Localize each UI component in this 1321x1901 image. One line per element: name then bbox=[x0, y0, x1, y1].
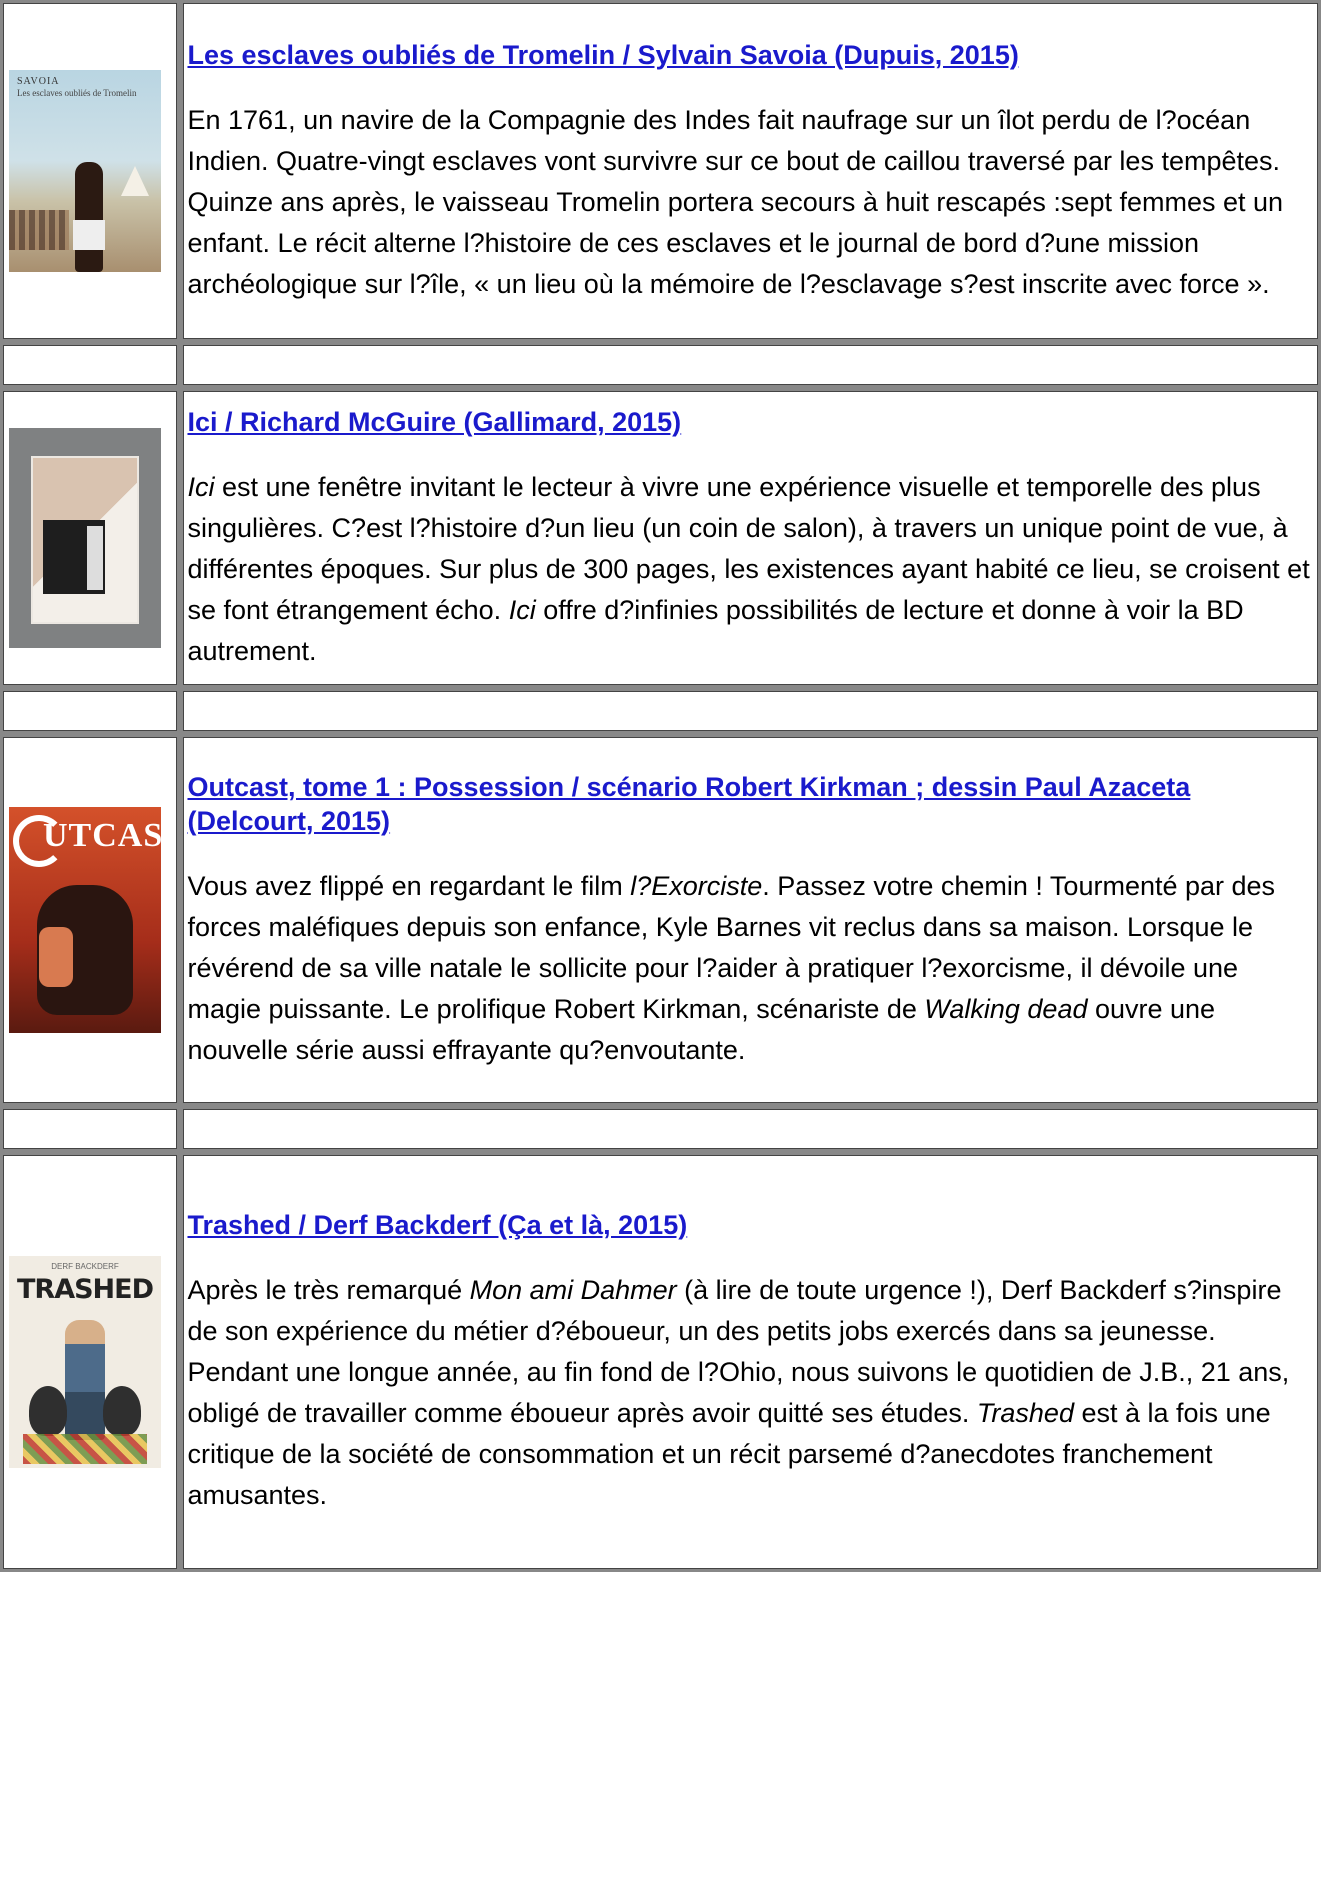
cover-figure-shape bbox=[75, 162, 103, 272]
book-row: SAVOIA Les esclaves oubliés de Tromelin … bbox=[0, 0, 1321, 342]
trashed-cover-icon: DERF BACKDERF TRASHED bbox=[9, 1256, 161, 1468]
cover-logo-text: UTCAST bbox=[43, 817, 161, 854]
cover-man-shape bbox=[65, 1320, 105, 1440]
spacer-cell bbox=[180, 1106, 1321, 1152]
book-title-link[interactable]: Outcast, tome 1 : Possession / scénario … bbox=[187, 770, 1310, 838]
spacer-cell bbox=[180, 688, 1321, 734]
spacer-cell bbox=[0, 1106, 181, 1152]
book-title-link[interactable]: Les esclaves oubliés de Tromelin / Sylva… bbox=[187, 38, 1310, 72]
cover-author-text: SAVOIA bbox=[17, 76, 60, 87]
description-text: Après le très remarqué bbox=[187, 1275, 470, 1305]
book-info-cell: Ici / Richard McGuire (Gallimard, 2015) … bbox=[180, 388, 1321, 688]
cover-hand-shape bbox=[39, 927, 73, 987]
italic-title: Mon ami Dahmer bbox=[469, 1275, 677, 1305]
book-description: Ici est une fenêtre invitant le lecteur … bbox=[187, 467, 1310, 672]
cover-trash-bag-shape bbox=[29, 1386, 67, 1436]
cover-trash-pile-shape bbox=[23, 1434, 147, 1464]
cover-title-text: Les esclaves oubliés de Tromelin bbox=[17, 88, 137, 98]
cover-cloth-shape bbox=[73, 220, 105, 250]
spacer-cell bbox=[180, 342, 1321, 388]
spacer-row bbox=[0, 688, 1321, 734]
outcast-cover-icon: UTCAST bbox=[9, 807, 161, 1033]
book-description: Vous avez flippé en regardant le film l?… bbox=[187, 866, 1310, 1071]
spacer-cell bbox=[0, 688, 181, 734]
book-row: DERF BACKDERF TRASHED Trashed / Derf Bac… bbox=[0, 1152, 1321, 1572]
cover-cell: DERF BACKDERF TRASHED bbox=[0, 1152, 181, 1572]
spacer-cell bbox=[0, 342, 181, 388]
cover-window-light-shape bbox=[87, 526, 103, 590]
tromelin-cover-icon: SAVOIA Les esclaves oubliés de Tromelin bbox=[9, 70, 161, 272]
book-info-cell: Les esclaves oubliés de Tromelin / Sylva… bbox=[180, 0, 1321, 342]
cover-title-text: TRASHED bbox=[16, 1274, 154, 1305]
italic-title: Walking dead bbox=[924, 993, 1088, 1024]
cover-cell bbox=[0, 388, 181, 688]
spacer-row bbox=[0, 342, 1321, 388]
spacer-row bbox=[0, 1106, 1321, 1152]
book-info-cell: Trashed / Derf Backderf (Ça et là, 2015)… bbox=[180, 1152, 1321, 1572]
book-row: UTCAST Outcast, tome 1 : Possession / sc… bbox=[0, 734, 1321, 1106]
cover-trash-bag-shape bbox=[103, 1386, 141, 1436]
ici-cover-icon bbox=[9, 428, 161, 648]
book-title-link[interactable]: Ici / Richard McGuire (Gallimard, 2015) bbox=[187, 405, 1310, 439]
italic-title: l?Exorciste bbox=[630, 870, 763, 901]
italic-title: Trashed bbox=[976, 1398, 1074, 1428]
cover-cell: SAVOIA Les esclaves oubliés de Tromelin bbox=[0, 0, 181, 342]
book-info-cell: Outcast, tome 1 : Possession / scénario … bbox=[180, 734, 1321, 1106]
book-row: Ici / Richard McGuire (Gallimard, 2015) … bbox=[0, 388, 1321, 688]
book-description: En 1761, un navire de la Compagnie des I… bbox=[187, 104, 1284, 299]
book-list-table: SAVOIA Les esclaves oubliés de Tromelin … bbox=[0, 0, 1321, 1572]
italic-title: Ici bbox=[187, 471, 215, 502]
cover-cell: UTCAST bbox=[0, 734, 181, 1106]
cover-crowd-shape bbox=[9, 210, 69, 250]
cover-author-text: DERF BACKDERF bbox=[51, 1262, 119, 1271]
cover-ship-shape bbox=[121, 166, 149, 196]
book-description: Après le très remarqué Mon ami Dahmer (à… bbox=[187, 1270, 1310, 1516]
book-title-link[interactable]: Trashed / Derf Backderf (Ça et là, 2015) bbox=[187, 1208, 1310, 1242]
description-text: Vous avez flippé en regardant le film bbox=[187, 870, 631, 901]
italic-title: Ici bbox=[508, 594, 536, 625]
